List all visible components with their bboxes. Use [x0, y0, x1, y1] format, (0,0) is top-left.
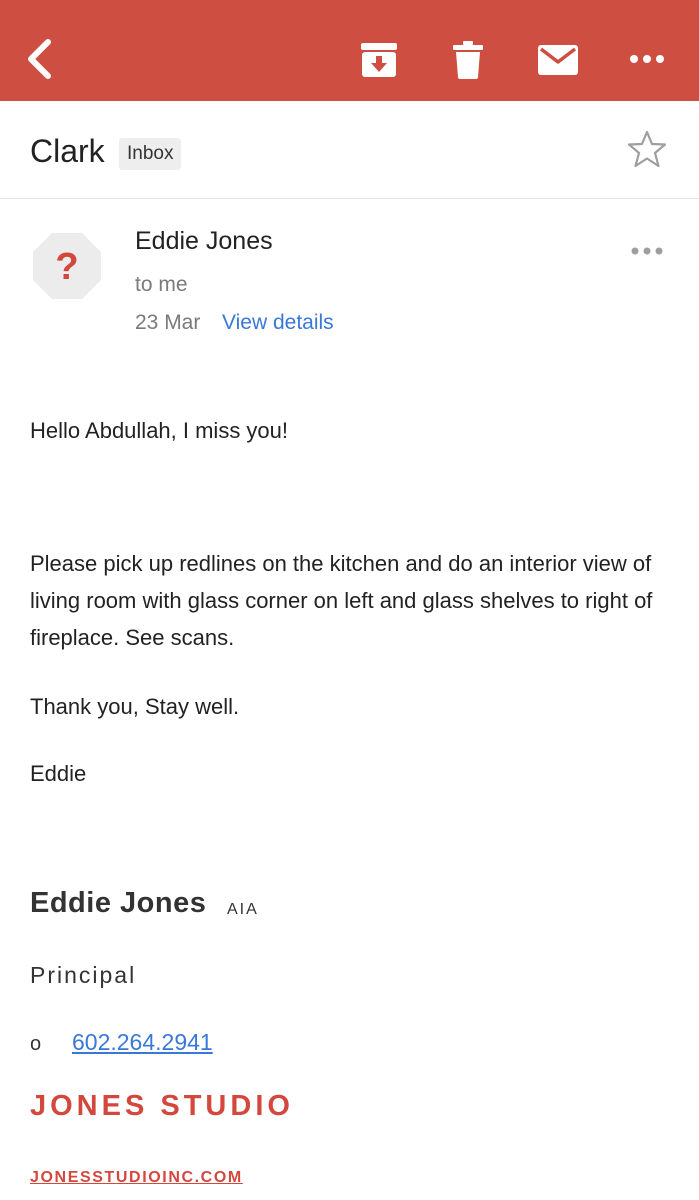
sender-name[interactable]: Eddie Jones [135, 226, 273, 256]
message-paragraph: Please pick up redlines on the kitchen a… [30, 551, 653, 650]
recipient-line: to me [135, 273, 188, 296]
signature-company: JONES STUDIO [30, 1090, 294, 1122]
back-arrow-icon[interactable] [22, 36, 58, 82]
archive-icon[interactable] [360, 42, 398, 78]
message-date: 23 Mar [135, 311, 201, 334]
message-signoff: Eddie [30, 761, 87, 786]
message-greeting: Hello Abdullah, I miss you! [30, 418, 289, 443]
mail-icon[interactable] [538, 45, 578, 75]
signature-title: Principal [30, 962, 137, 988]
view-details-link[interactable]: View details [222, 310, 334, 336]
more-horizontal-icon[interactable] [628, 51, 666, 67]
signature-credential: AIA [227, 901, 259, 918]
signature-name: Eddie Jones [30, 887, 207, 919]
svg-text:?: ? [55, 246, 78, 288]
trash-icon[interactable] [453, 41, 483, 79]
star-outline-icon[interactable] [627, 129, 667, 169]
signature-website-link[interactable]: JONESSTUDIOINC.COM [30, 1167, 243, 1189]
unknown-sender-icon: ? [33, 233, 101, 299]
subject-row: Clark Inbox [0, 101, 699, 199]
message-more-icon[interactable] [630, 244, 664, 258]
email-subject: Clark [30, 133, 105, 169]
inbox-label[interactable]: Inbox [119, 138, 182, 170]
signature-phone-label: o [30, 1033, 42, 1055]
signature-phone-link[interactable]: 602.264.2941 [72, 1027, 213, 1057]
message-closing: Thank you, Stay well. [30, 694, 240, 719]
top-toolbar [0, 0, 699, 101]
